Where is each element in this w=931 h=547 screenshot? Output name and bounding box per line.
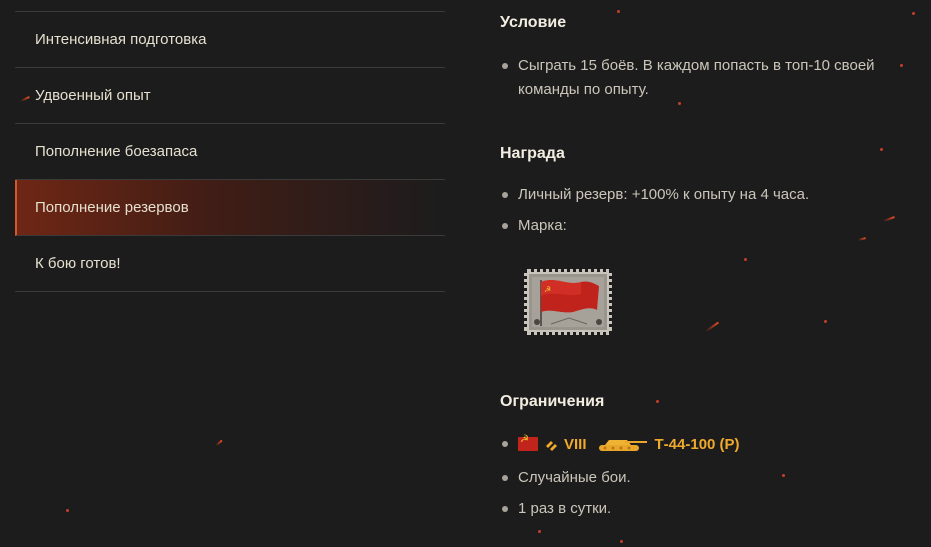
- sidebar-menu: Интенсивная подготовка Удвоенный опыт По…: [15, 11, 445, 292]
- bullet-icon: [502, 506, 508, 512]
- restriction-item: Случайные бои.: [500, 466, 930, 490]
- vehicle-tier: VIII: [564, 435, 587, 453]
- bullet-icon: [502, 192, 508, 198]
- vehicle-name[interactable]: Т-44-100 (Р): [655, 436, 740, 453]
- bullet-icon: [502, 63, 508, 69]
- reward-item: Личный резерв: +100% к опыту на 4 часа.: [500, 183, 930, 207]
- bullet-icon: [502, 441, 508, 447]
- menu-item-ammo-resupply[interactable]: Пополнение боезапаса: [15, 124, 445, 180]
- bullet-icon: [502, 475, 508, 481]
- condition-item: Сыграть 15 боёв. В каждом попасть в топ-…: [500, 54, 930, 102]
- tank-icon: [595, 435, 647, 453]
- menu-item-label: Пополнение резервов: [35, 199, 189, 216]
- medium-tank-icon: [544, 437, 558, 451]
- condition-title: Условие: [500, 14, 567, 31]
- menu-item-label: Удвоенный опыт: [35, 87, 151, 104]
- reward-item: Марка:: [500, 214, 930, 238]
- reward-title: Награда: [500, 145, 565, 162]
- menu-item-label: Пополнение боезапаса: [35, 143, 198, 160]
- menu-item-intensive-training[interactable]: Интенсивная подготовка: [15, 12, 445, 68]
- menu-item-label: К бою готов!: [35, 255, 121, 272]
- restriction-item: 1 раз в сутки.: [500, 497, 930, 521]
- menu-item-label: Интенсивная подготовка: [35, 31, 207, 48]
- restrictions-title: Ограничения: [500, 393, 605, 410]
- menu-item-double-xp[interactable]: Удвоенный опыт: [15, 68, 445, 124]
- vehicle-restriction: VIII Т-44-100 (Р): [500, 432, 740, 456]
- menu-item-ready-for-battle[interactable]: К бою готов!: [15, 236, 445, 292]
- menu-item-reserves-resupply[interactable]: Пополнение резервов: [15, 180, 445, 236]
- ussr-flag-icon: [518, 434, 538, 451]
- bullet-icon: [502, 223, 508, 229]
- stamp-reward-image[interactable]: ☭: [524, 269, 612, 335]
